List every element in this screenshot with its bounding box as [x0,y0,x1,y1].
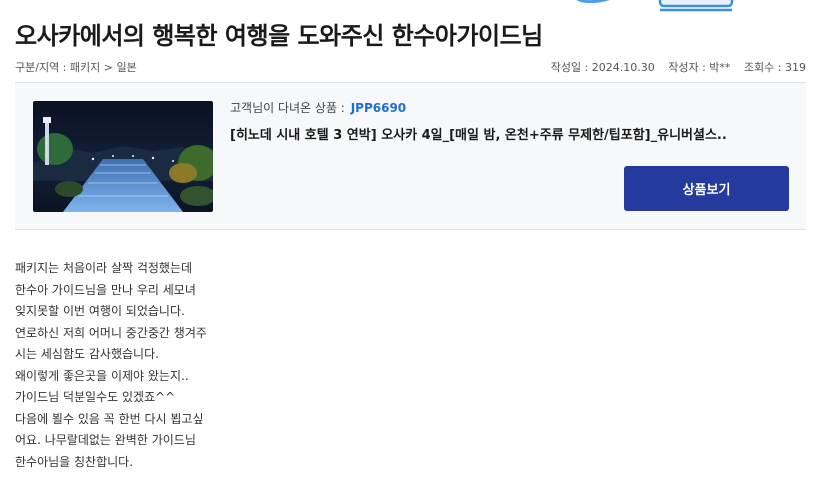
product-code-label: 고객님이 다녀온 상품 : [230,101,345,115]
review-line: 잊지못할 이번 여행이 되었습니다. [15,304,185,318]
review-line: 패키지는 처음이라 살짝 걱정했는데 [15,261,193,275]
product-name[interactable]: [히노데 시내 호텔 3 연박] 오사카 4일_[매일 밤, 온천+주류 무제한… [230,124,786,143]
header-decoration-icon [576,0,734,12]
product-code: JPP6690 [350,101,407,115]
review-line: 한수아 가이드님을 만나 우리 세모녀 [15,282,196,297]
post-author: 작성자 : 박** [668,61,731,74]
review-line: 한수아님을 칭찬합니다. [15,454,134,469]
review-line: 어요. 나무랄데없는 완벽한 가이드님 [15,433,196,447]
review-line: 다음에 뵐수 있음 꼭 한번 다시 뵙고싶 [15,411,204,426]
night-garden-photo-icon [33,101,213,212]
post-stats: 작성일 : 2024.10.30 작성자 : 박** 조회수 : 319 [541,59,806,75]
product-thumbnail[interactable] [33,101,213,212]
post-date: 작성일 : 2024.10.30 [550,61,655,74]
review-line: 가이드님 덕분일수도 있겠죠^^ [15,390,176,404]
review-line: 시는 세심함도 감사했습니다. [15,347,159,361]
product-code-line: 고객님이 다녀온 상품 : JPP6690 [230,99,786,116]
page-title: 오사카에서의 행복한 여행을 도와주신 한수아가이드님 [15,22,543,50]
view-product-button[interactable]: 상품보기 [624,166,789,211]
post-meta: 구분/지역 : 패키지 > 일본 작성일 : 2024.10.30 작성자 : … [15,59,806,75]
review-content: 패키지는 처음이라 살짝 걱정했는데 한수아 가이드님을 만나 우리 세모녀 잊… [15,258,255,473]
product-info: 고객님이 다녀온 상품 : JPP6690 [히노데 시내 호텔 3 연박] 오… [230,99,786,143]
review-line: 연로하신 저희 어머니 중간중간 챙겨주 [15,325,207,340]
view-count: 조회수 : 319 [743,61,806,74]
review-line: 왜이렇게 좋은곳을 이제야 왔는지.. [15,368,189,383]
product-card: 고객님이 다녀온 상품 : JPP6690 [히노데 시내 호텔 3 연박] 오… [15,82,806,230]
breadcrumb: 구분/지역 : 패키지 > 일본 [15,61,137,74]
